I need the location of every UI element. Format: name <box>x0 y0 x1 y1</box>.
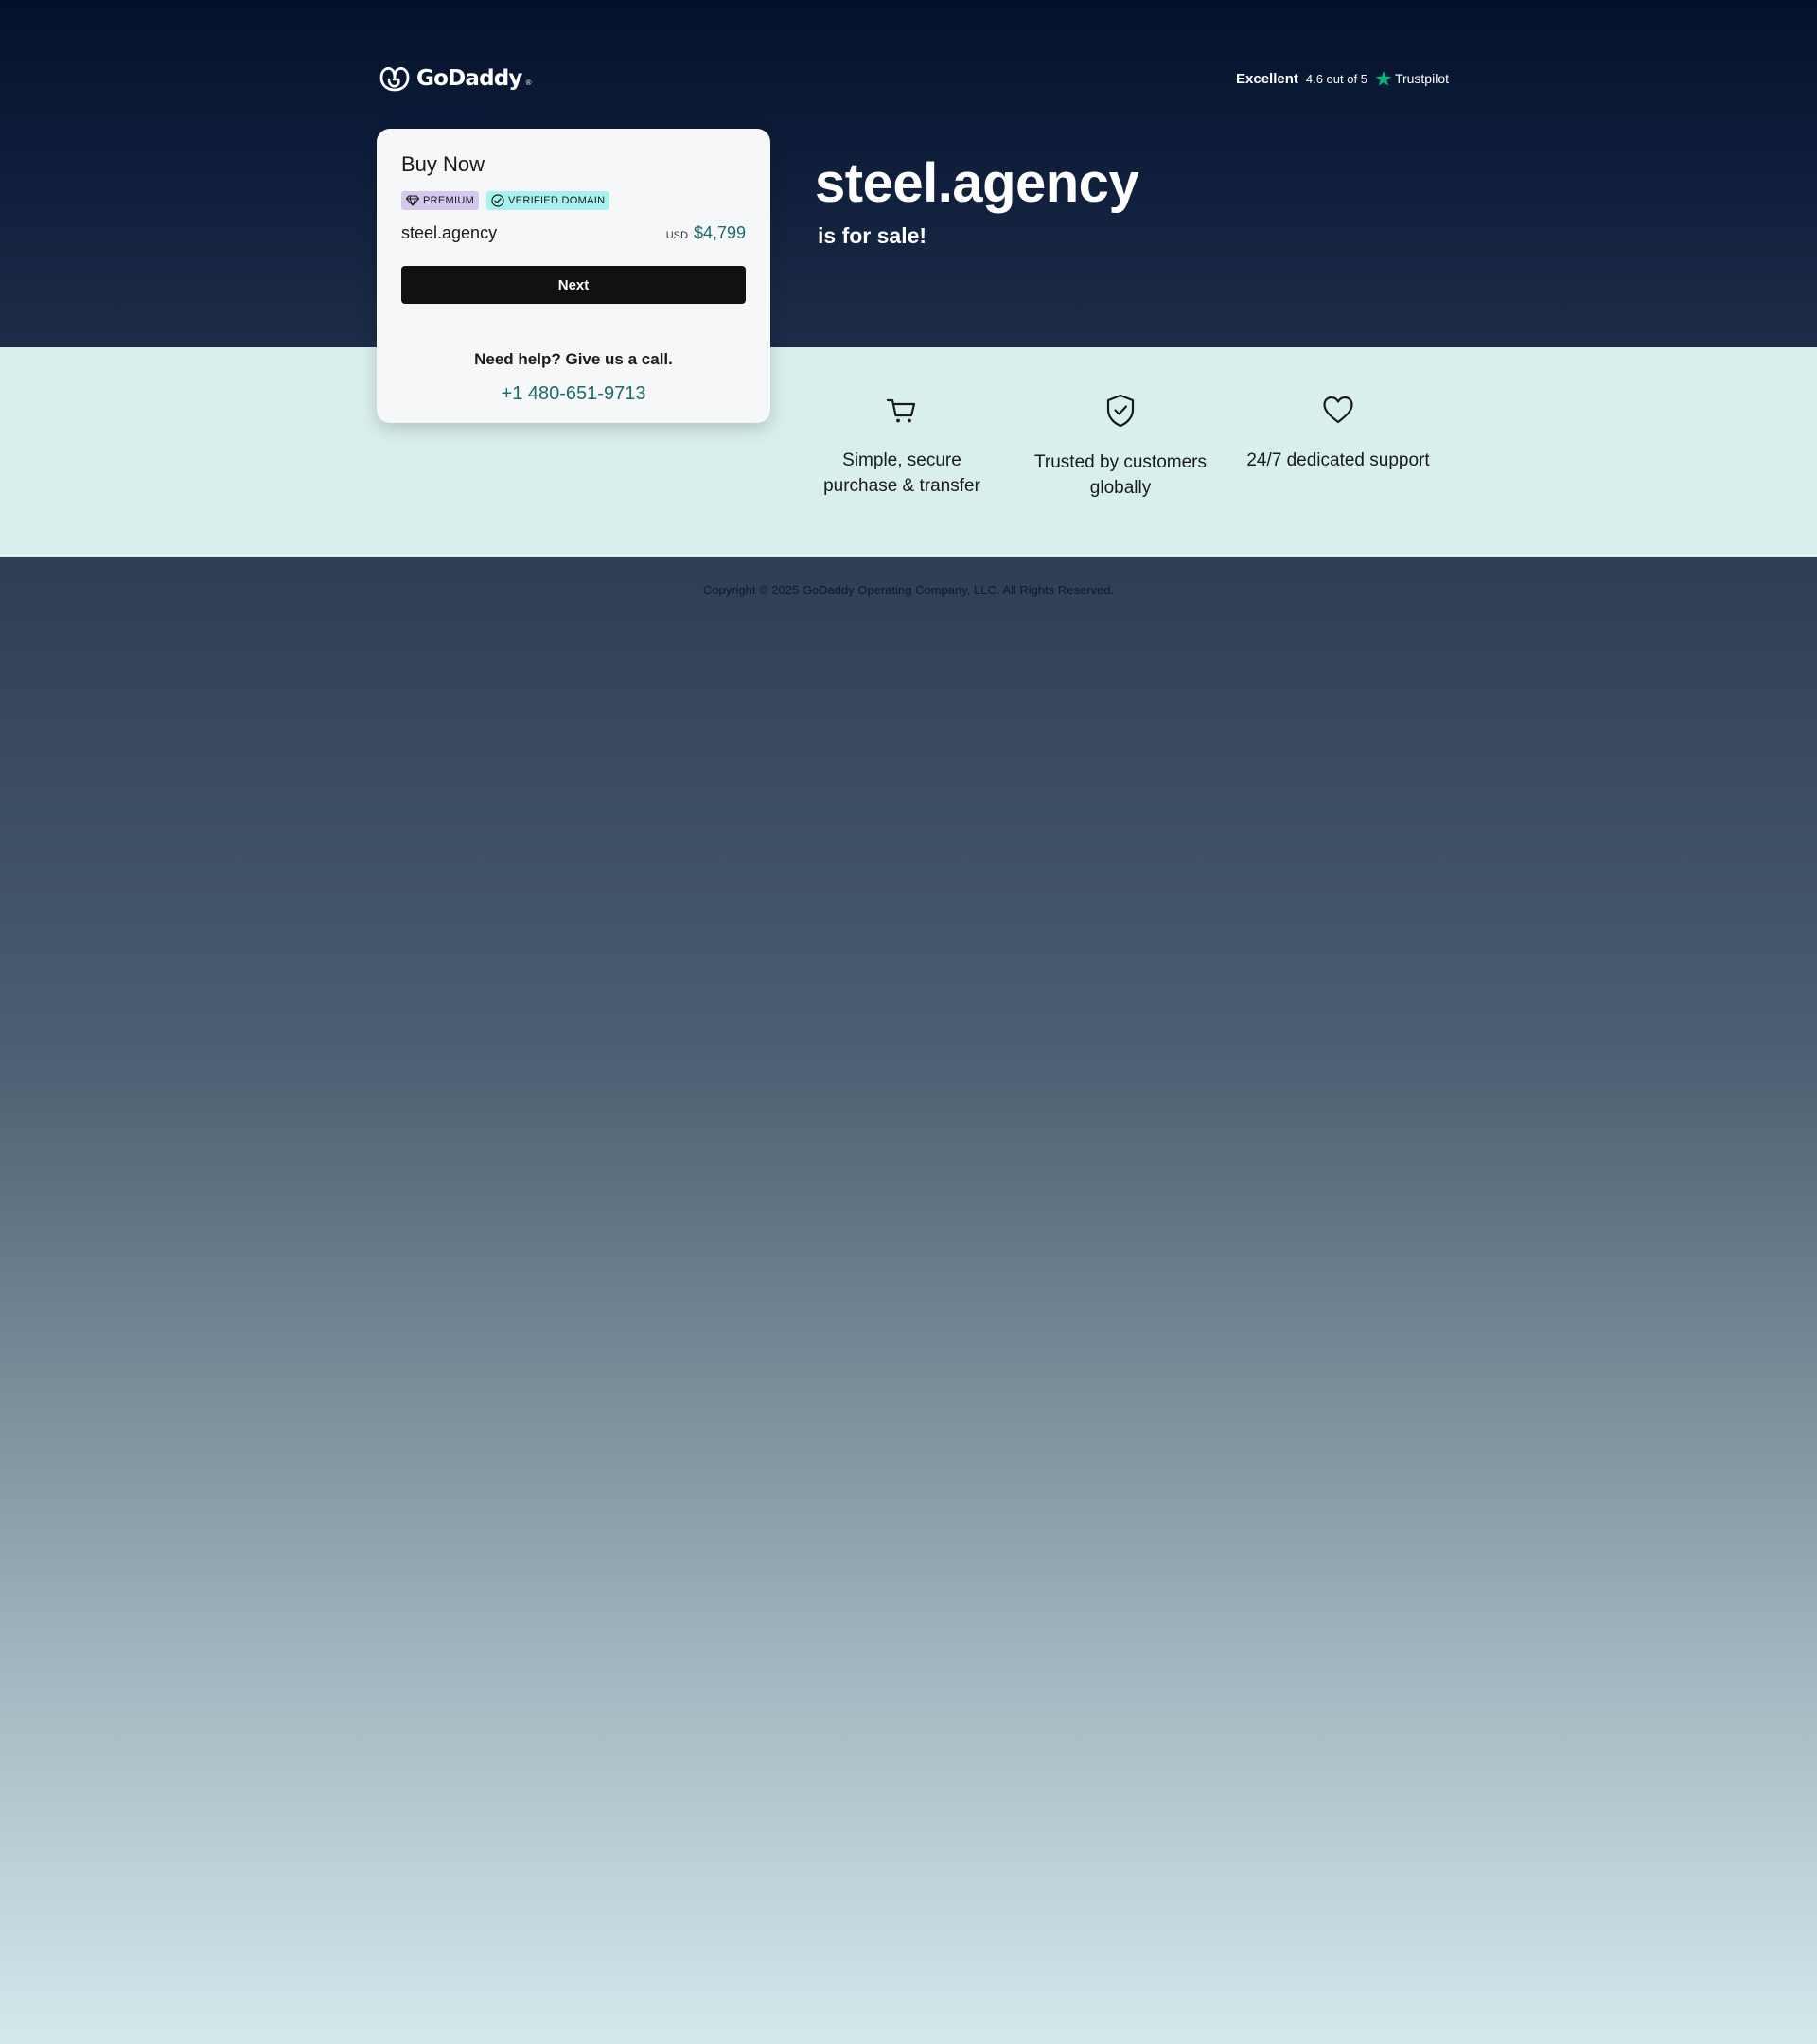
next-button[interactable]: Next <box>401 266 746 304</box>
feature-trusted: Trusted by customers globally <box>1026 393 1215 501</box>
price: USD $4,799 <box>666 223 746 243</box>
trustpilot-brand-label: Trustpilot <box>1394 71 1449 86</box>
heart-icon <box>1323 396 1353 424</box>
trademark-mark: ® <box>525 78 532 87</box>
phone-link[interactable]: +1 480-651-9713 <box>377 383 770 405</box>
trustpilot-rating[interactable]: Excellent 4.6 out of 5 Trustpilot <box>1236 70 1449 87</box>
verified-badge-label: VERIFIED DOMAIN <box>508 195 606 206</box>
cart-icon <box>886 398 916 423</box>
premium-badge: PREMIUM <box>401 191 480 210</box>
verified-domain-badge: VERIFIED DOMAIN <box>486 191 610 210</box>
godaddy-logo-icon <box>379 67 410 92</box>
card-domain-name: steel.agency <box>401 223 498 242</box>
domain-price-row: steel.agency USD $4,799 <box>401 223 746 243</box>
hero-domain-title: steel.agency <box>815 152 1139 214</box>
trustpilot-brand: Trustpilot <box>1375 70 1449 87</box>
godaddy-logo[interactable]: GoDaddy ® <box>379 64 532 93</box>
copyright-text: Copyright © 2025 GoDaddy Operating Compa… <box>702 583 1115 597</box>
hero-subtitle: is for sale! <box>818 223 927 248</box>
card-title: Buy Now <box>401 152 485 176</box>
check-circle-icon <box>491 194 504 207</box>
help-text: Need help? Give us a call. <box>474 350 673 368</box>
price-amount: $4,799 <box>693 223 746 242</box>
feature-support: 24/7 dedicated support <box>1244 393 1433 473</box>
diamond-icon <box>406 195 419 206</box>
trustpilot-score: 4.6 out of 5 <box>1305 71 1367 86</box>
trustpilot-star-icon <box>1375 71 1392 86</box>
trustpilot-rating-label: Excellent <box>1236 70 1298 87</box>
premium-badge-label: PREMIUM <box>423 195 475 206</box>
feature-label: Trusted by customers globally <box>1034 452 1207 498</box>
godaddy-wordmark: GoDaddy <box>416 66 522 91</box>
feature-secure-purchase: Simple, secure purchase & transfer <box>807 393 997 499</box>
badge-row: PREMIUM VERIFIED DOMAIN <box>401 191 610 210</box>
shield-check-icon <box>1106 394 1135 428</box>
feature-label: 24/7 dedicated support <box>1246 450 1430 470</box>
feature-label: Simple, secure purchase & transfer <box>823 450 980 496</box>
buy-now-card: Buy Now PREMIUM VERIFIED DOMAIN steel.ag… <box>377 129 770 423</box>
price-currency: USD <box>665 230 688 241</box>
